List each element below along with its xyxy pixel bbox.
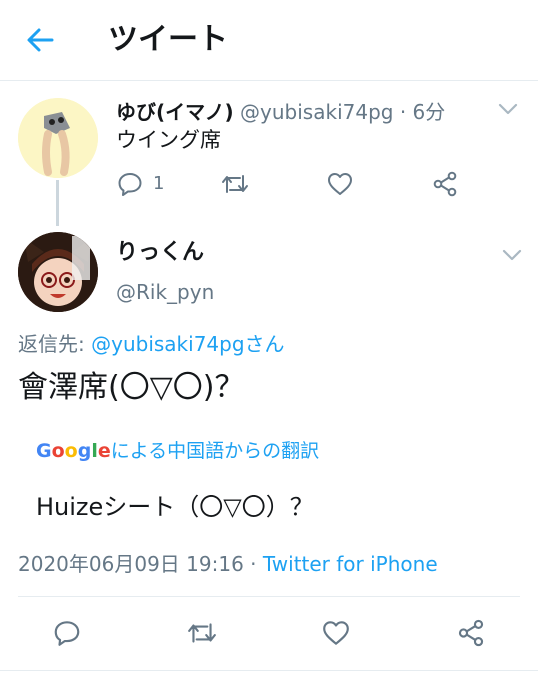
- reply-count: 1: [153, 173, 165, 194]
- tweet-text: 會澤席(〇▽〇)？: [18, 370, 245, 405]
- chevron-down-icon[interactable]: [501, 246, 523, 264]
- like-button[interactable]: [321, 618, 351, 648]
- reply-button[interactable]: [116, 170, 144, 198]
- heart-icon: [328, 173, 352, 195]
- translation-label[interactable]: による中国語からの翻訳: [111, 440, 319, 462]
- comment-icon: [54, 621, 80, 646]
- parent-tweet-text: ウイング席: [116, 128, 221, 152]
- reply-button[interactable]: [52, 618, 82, 648]
- share-button[interactable]: [431, 170, 459, 198]
- page-title: ツイート: [108, 22, 228, 57]
- retweet-button[interactable]: [186, 618, 218, 648]
- thread-connector: [56, 180, 59, 226]
- reply-to-line: 返信先: @yubisaki74pgさん: [18, 330, 285, 358]
- share-button[interactable]: [456, 618, 486, 648]
- share-icon: [433, 171, 457, 197]
- meta-separator: ·: [399, 100, 407, 124]
- divider: [18, 596, 520, 597]
- avatar[interactable]: [18, 232, 98, 312]
- reply-to-label: 返信先:: [18, 332, 92, 356]
- chevron-down-icon[interactable]: [497, 100, 519, 118]
- tweet-timestamp-line: 2020年06月09日 19:16 · Twitter for iPhone: [18, 551, 438, 577]
- author-name[interactable]: ゆび(イマノ): [116, 100, 234, 124]
- avatar[interactable]: [18, 98, 98, 178]
- translation-attribution: Googleによる中国語からの翻訳: [36, 438, 319, 464]
- share-icon: [458, 619, 484, 647]
- reply-to-mention[interactable]: @yubisaki74pgさん: [91, 332, 284, 356]
- retweet-icon: [188, 623, 216, 643]
- author-handle: @Rik_pyn: [116, 280, 215, 304]
- via-separator: ·: [243, 552, 263, 576]
- parent-tweet-meta: ゆび(イマノ) @yubisaki74pg · 6分: [116, 98, 445, 126]
- divider: [0, 670, 538, 671]
- client-link[interactable]: Twitter for iPhone: [263, 552, 438, 576]
- retweet-icon: [222, 175, 248, 193]
- google-logo: Google: [36, 440, 111, 462]
- header-bar: [0, 0, 538, 81]
- translated-text: Huizeシート（〇▽〇）？: [36, 493, 314, 521]
- like-button[interactable]: [326, 170, 354, 198]
- heart-icon: [323, 621, 349, 645]
- retweet-button[interactable]: [220, 170, 250, 198]
- author-name[interactable]: りっくん: [116, 238, 204, 268]
- comment-icon: [118, 173, 142, 196]
- author-handle: @yubisaki74pg: [240, 100, 394, 124]
- tweet-time: 6分: [412, 100, 446, 124]
- back-arrow-icon[interactable]: [22, 24, 58, 56]
- tweet-timestamp: 2020年06月09日 19:16: [18, 552, 244, 576]
